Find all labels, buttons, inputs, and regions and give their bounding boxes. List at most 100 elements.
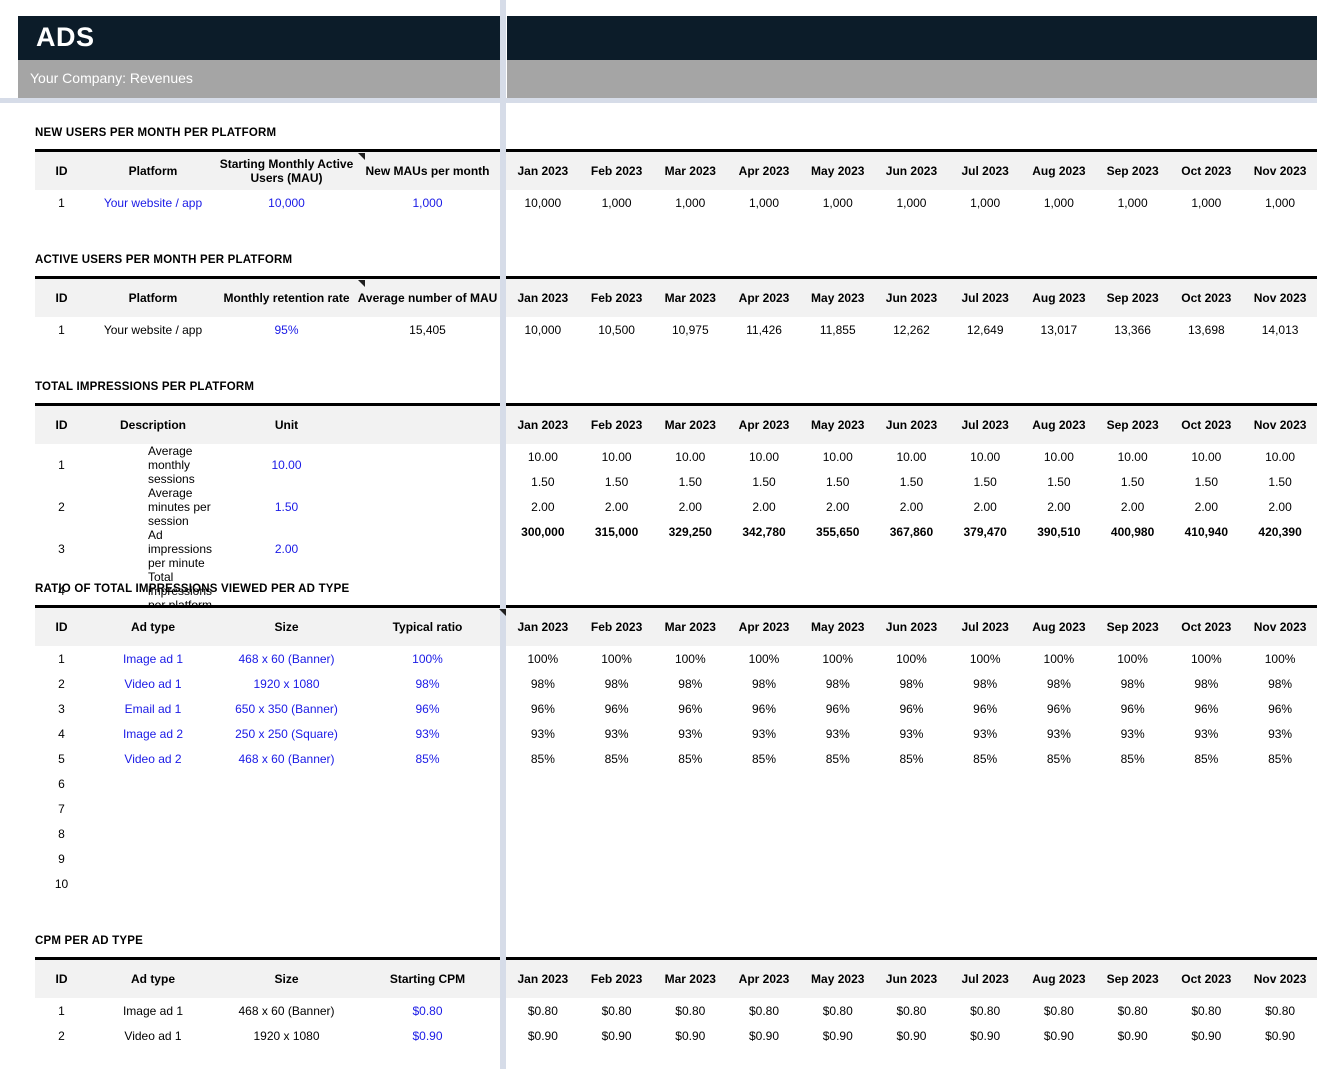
value-cell[interactable]: $0.80	[580, 998, 654, 1023]
month-column-header[interactable]: Mar 2023	[653, 152, 727, 190]
value-cell[interactable]: 1.50	[948, 469, 1022, 494]
value-cell[interactable]	[801, 846, 875, 871]
value-cell[interactable]	[580, 846, 654, 871]
value-cell[interactable]: 96%	[1169, 696, 1243, 721]
value-cell[interactable]: 85%	[948, 746, 1022, 771]
month-column-header[interactable]: May 2023	[801, 406, 875, 444]
table-row[interactable]: 1 Average monthly sessions 10.00	[35, 444, 500, 486]
column-header[interactable]: ID	[35, 279, 88, 317]
column-header[interactable]	[355, 406, 500, 444]
value-cell[interactable]	[1169, 846, 1243, 871]
table-cell[interactable]: 10,000	[218, 190, 355, 215]
value-cell[interactable]: 13,017	[1022, 317, 1096, 342]
value-cell[interactable]: 96%	[506, 696, 580, 721]
value-cell[interactable]: 1.50	[727, 469, 801, 494]
column-header[interactable]: ID	[35, 608, 88, 646]
table-cell-empty[interactable]	[355, 444, 500, 486]
month-column-header[interactable]: Jun 2023	[875, 406, 949, 444]
month-column-header[interactable]: Jan 2023	[506, 608, 580, 646]
value-cell[interactable]: 100%	[948, 646, 1022, 671]
value-cell[interactable]: 100%	[506, 646, 580, 671]
value-cell[interactable]	[506, 821, 580, 846]
value-cell[interactable]: 2.00	[1096, 494, 1170, 519]
value-cell[interactable]	[1022, 771, 1096, 796]
value-cell[interactable]: 100%	[1169, 646, 1243, 671]
table-cell[interactable]: 98%	[355, 671, 500, 696]
value-cell[interactable]: 98%	[1096, 671, 1170, 696]
table-row[interactable]: 9	[35, 846, 500, 871]
value-cell[interactable]: 1.50	[801, 469, 875, 494]
month-column-header[interactable]: Nov 2023	[1243, 406, 1317, 444]
table-row[interactable]: 10	[35, 871, 500, 896]
value-cell[interactable]	[1243, 821, 1317, 846]
value-cell[interactable]	[727, 821, 801, 846]
table-row-values[interactable]: 2.00 2.00 2.00 2.00 2.00 2.00 2.00 2.00 2.00 2.00…	[506, 494, 1317, 519]
value-cell[interactable]	[1022, 821, 1096, 846]
month-column-header[interactable]: Aug 2023	[1022, 960, 1096, 998]
value-cell[interactable]: 100%	[1243, 646, 1317, 671]
value-cell[interactable]	[875, 846, 949, 871]
table-cell[interactable]: Video ad 1	[88, 1023, 218, 1048]
value-cell[interactable]: 10.00	[580, 444, 654, 469]
value-cell[interactable]: 10.00	[1243, 444, 1317, 469]
value-cell[interactable]: 98%	[580, 671, 654, 696]
value-cell[interactable]: $0.80	[653, 998, 727, 1023]
value-cell[interactable]: 98%	[653, 671, 727, 696]
table-row[interactable]: 1 Your website / app 10,000 1,000	[35, 190, 500, 215]
value-cell[interactable]	[727, 846, 801, 871]
table-row-values[interactable]: 10.00 10.00 10.00 10.00 10.00 10.00 10.00 10.00…	[506, 444, 1317, 469]
value-cell[interactable]: 10.00	[875, 444, 949, 469]
value-cell[interactable]	[1243, 796, 1317, 821]
value-cell[interactable]: 2.00	[801, 494, 875, 519]
table-row-values[interactable]	[506, 771, 1317, 796]
value-cell[interactable]: 1,000	[580, 190, 654, 215]
value-cell[interactable]: $0.90	[1022, 1023, 1096, 1048]
value-cell[interactable]: 93%	[580, 721, 654, 746]
month-column-header[interactable]: Nov 2023	[1243, 279, 1317, 317]
table-cell[interactable]: Average monthly sessions	[88, 444, 218, 486]
value-cell[interactable]	[801, 796, 875, 821]
month-column-header[interactable]: Feb 2023	[580, 152, 654, 190]
value-cell[interactable]	[580, 771, 654, 796]
value-cell[interactable]: 96%	[727, 696, 801, 721]
value-cell[interactable]: 98%	[1022, 671, 1096, 696]
value-cell[interactable]: 85%	[653, 746, 727, 771]
value-cell[interactable]: 10.00	[948, 444, 1022, 469]
table-cell[interactable]: Ad impressions per minute	[88, 528, 218, 570]
table-cell[interactable]: Average minutes per session	[88, 486, 218, 528]
table-cell[interactable]: 1920 x 1080	[218, 671, 355, 696]
value-cell[interactable]: 85%	[727, 746, 801, 771]
table-cell[interactable]: 85%	[355, 746, 500, 771]
value-cell[interactable]: $0.80	[875, 998, 949, 1023]
value-cell[interactable]	[1243, 771, 1317, 796]
value-cell[interactable]	[1022, 846, 1096, 871]
value-cell[interactable]	[801, 871, 875, 896]
value-cell[interactable]: 93%	[1096, 721, 1170, 746]
value-cell[interactable]: 400,980	[1096, 519, 1170, 544]
table-cell[interactable]	[355, 846, 500, 871]
table-row[interactable]: 1 Your website / app 95% 15,405	[35, 317, 500, 342]
table-row[interactable]: 4 Image ad 2 250 x 250 (Square) 93%	[35, 721, 500, 746]
value-cell[interactable]: 100%	[580, 646, 654, 671]
month-column-header[interactable]: May 2023	[801, 279, 875, 317]
value-cell[interactable]	[1169, 871, 1243, 896]
table-cell[interactable]	[88, 821, 218, 846]
month-column-header[interactable]: Oct 2023	[1169, 152, 1243, 190]
value-cell[interactable]: 1,000	[727, 190, 801, 215]
table-cell[interactable]: Image ad 2	[88, 721, 218, 746]
month-column-header[interactable]: Sep 2023	[1096, 608, 1170, 646]
table-row[interactable]: 2 Average minutes per session 1.50	[35, 486, 500, 528]
month-column-header[interactable]: Feb 2023	[580, 279, 654, 317]
month-column-header[interactable]: Jun 2023	[875, 152, 949, 190]
value-cell[interactable]	[1169, 821, 1243, 846]
value-cell[interactable]: 10.00	[1169, 444, 1243, 469]
value-cell[interactable]: 1.50	[1096, 469, 1170, 494]
month-column-header[interactable]: Oct 2023	[1169, 279, 1243, 317]
table-cell[interactable]	[355, 871, 500, 896]
value-cell[interactable]	[948, 771, 1022, 796]
month-column-header[interactable]: Apr 2023	[727, 152, 801, 190]
month-column-header[interactable]: Feb 2023	[580, 406, 654, 444]
table-cell[interactable]	[218, 796, 355, 821]
value-cell[interactable]	[580, 821, 654, 846]
value-cell[interactable]: 10,000	[506, 317, 580, 342]
